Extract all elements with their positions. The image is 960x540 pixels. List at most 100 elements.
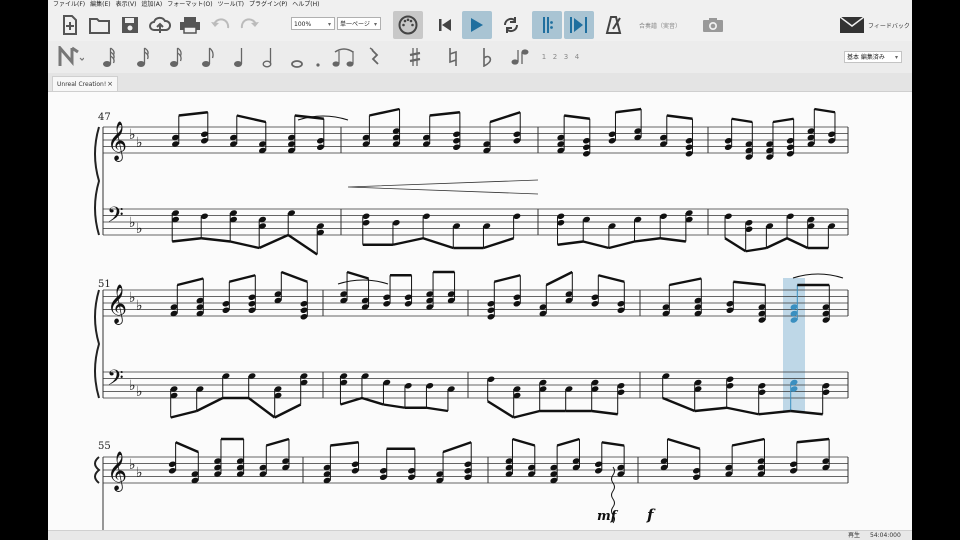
beam	[694, 406, 727, 413]
key-flat-icon: ♭	[129, 215, 136, 231]
tab-title: Unreal Creation!	[57, 81, 107, 88]
augmentation-dot-icon[interactable]	[310, 45, 326, 69]
play-icon[interactable]	[462, 11, 492, 39]
feedback-label[interactable]: フィードバック	[868, 21, 910, 30]
whole-note-icon[interactable]	[286, 45, 308, 69]
loop-icon[interactable]	[497, 11, 525, 39]
16th-note-icon[interactable]	[165, 45, 187, 69]
menu-format[interactable]: フォーマット(O)	[167, 0, 212, 9]
beam	[196, 396, 224, 413]
beam	[660, 237, 687, 243]
beam	[512, 437, 536, 447]
voice-2-button[interactable]: 2	[551, 45, 559, 69]
half-note-icon[interactable]	[257, 45, 279, 69]
print-icon[interactable]	[176, 11, 204, 39]
beam	[557, 240, 584, 246]
beam	[731, 437, 765, 447]
feedback-envelope-icon[interactable]	[839, 11, 865, 39]
workspace-select[interactable]: 基本 編集済み ▾	[844, 51, 902, 63]
undo-icon[interactable]	[206, 11, 234, 39]
voice-4-button[interactable]: 4	[573, 45, 581, 69]
midi-input-icon[interactable]	[393, 11, 423, 39]
beam	[608, 240, 635, 250]
dynamic-f: f	[646, 506, 656, 524]
redo-icon[interactable]	[236, 11, 264, 39]
status-bar: 再生 54:04:000	[48, 530, 912, 540]
measure-number: 55	[98, 441, 111, 452]
treble-clef-icon: 𝄞	[107, 451, 127, 492]
save-icon[interactable]	[116, 11, 144, 39]
play-repeats-icon[interactable]	[532, 11, 562, 39]
menu-view[interactable]: 表示(V)	[116, 0, 137, 9]
beam	[247, 397, 276, 419]
new-file-icon[interactable]	[56, 11, 84, 39]
crescendo-hairpin	[347, 179, 539, 195]
tab-unreal-creation[interactable]: Unreal Creation! ×	[52, 76, 118, 91]
beam	[172, 237, 202, 243]
menu-tools[interactable]: ツール(T)	[218, 0, 244, 9]
tie-icon[interactable]	[330, 45, 358, 69]
score-tab-bar: Unreal Creation! ×	[48, 73, 912, 92]
concert-pitch-label[interactable]: 合奏譜（実音）	[639, 21, 681, 30]
staff-lines	[103, 126, 848, 484]
beam	[731, 117, 753, 124]
beam	[772, 117, 794, 124]
chevron-down-icon: ▾	[894, 54, 898, 61]
metronome-icon[interactable]	[600, 11, 628, 39]
beam	[274, 403, 302, 419]
beam	[582, 240, 610, 250]
key-flat-icon: ♭	[136, 298, 143, 314]
open-folder-icon[interactable]	[86, 11, 114, 39]
cloud-upload-icon[interactable]	[146, 11, 174, 39]
musescore-window: ファイル(F) 編集(E) 表示(V) 追加(A) フォーマット(O) ツール(…	[48, 0, 912, 540]
zoom-select[interactable]: 100% ▾	[291, 17, 335, 30]
beam	[287, 234, 318, 256]
measure-number: 47	[98, 112, 111, 123]
pan-score-icon[interactable]	[564, 11, 594, 39]
beam	[483, 237, 514, 250]
note-input-toolbar: 1 2 3 4 基本 編集済み ▾	[48, 41, 912, 74]
menu-help[interactable]: ヘルプ(H)	[292, 0, 319, 9]
flip-direction-icon[interactable]	[508, 45, 532, 69]
note-input-icon[interactable]	[58, 45, 84, 69]
menu-add[interactable]: 追加(A)	[141, 0, 162, 9]
beam	[563, 114, 590, 120]
score-canvas[interactable]: 𝄞 ♭ ♭ 𝄢 ♭ ♭ 𝄞 ♭ ♭ 𝄢 ♭ ♭ 𝄞 ♭ ♭ 47 51 55 mf f	[48, 92, 912, 530]
chevron-down-icon: ▾	[373, 21, 377, 28]
beam	[513, 409, 540, 419]
eighth-note-icon[interactable]	[197, 45, 219, 69]
beam	[201, 237, 231, 243]
image-capture-icon[interactable]	[699, 11, 727, 39]
beam	[177, 277, 204, 287]
flat-icon[interactable]	[476, 45, 498, 69]
beam	[556, 437, 580, 447]
chevron-down-icon: ▾	[327, 21, 331, 28]
rest-icon[interactable]	[364, 45, 386, 69]
rewind-icon[interactable]	[431, 11, 459, 39]
key-flat-icon: ♭	[129, 378, 136, 394]
32nd-note-icon[interactable]	[132, 45, 154, 69]
beam	[669, 277, 702, 287]
beam	[258, 233, 289, 250]
close-icon[interactable]: ×	[107, 77, 113, 92]
voice-1-button[interactable]: 1	[540, 45, 548, 69]
beam	[634, 237, 661, 243]
beam	[591, 409, 618, 416]
voice-3-button[interactable]: 3	[562, 45, 570, 69]
beam	[175, 441, 199, 454]
natural-icon[interactable]	[442, 45, 464, 69]
beam	[340, 396, 363, 406]
quarter-note-icon[interactable]	[228, 45, 250, 69]
beam	[383, 403, 406, 409]
brace	[94, 289, 101, 399]
view-mode-value: 単一ページ	[340, 21, 370, 28]
beam	[442, 441, 472, 454]
view-mode-select[interactable]: 単一ページ ▾	[337, 17, 381, 30]
menu-plugins[interactable]: プラグイン(P)	[249, 0, 287, 9]
menu-edit[interactable]: 編集(E)	[90, 0, 110, 9]
64th-note-icon[interactable]	[98, 45, 120, 69]
beam	[170, 409, 197, 419]
sharp-icon[interactable]	[404, 45, 426, 69]
menu-file[interactable]: ファイル(F)	[53, 0, 85, 9]
brace	[94, 456, 101, 484]
